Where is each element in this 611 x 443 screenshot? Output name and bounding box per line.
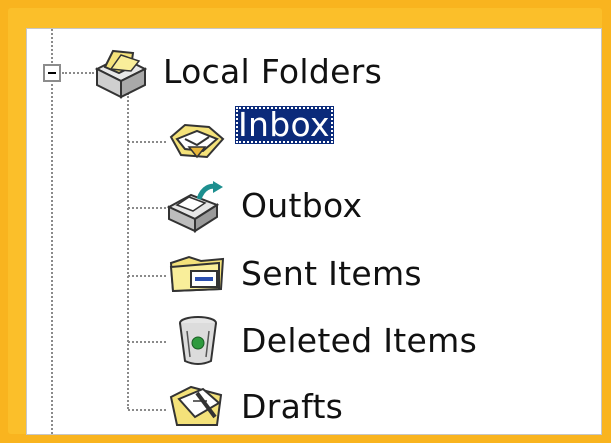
highlight-frame: Local Folders Inbox Outbox Sent Items De… bbox=[8, 8, 602, 435]
tree-line bbox=[62, 72, 94, 74]
tree-node-label: Outbox bbox=[241, 186, 363, 225]
outbox-icon bbox=[166, 181, 223, 233]
folder-tree-panel: Local Folders Inbox Outbox Sent Items De… bbox=[26, 28, 602, 435]
tree-line bbox=[128, 207, 166, 209]
deleted-items-icon bbox=[179, 316, 217, 365]
drafts-icon bbox=[169, 385, 223, 426]
tree-node-label: Drafts bbox=[241, 387, 344, 426]
tree-line bbox=[128, 341, 166, 343]
tree-node-label: Deleted Items bbox=[241, 321, 478, 360]
local-folders-icon bbox=[94, 49, 148, 99]
inbox-icon bbox=[169, 123, 225, 159]
tree-line bbox=[128, 141, 166, 143]
tree-node-label: Inbox bbox=[235, 106, 334, 144]
tree-line bbox=[128, 409, 166, 411]
tree-node-label: Local Folders bbox=[163, 52, 383, 91]
tree-line bbox=[51, 29, 53, 63]
collapse-toggle[interactable] bbox=[43, 64, 61, 82]
tree-line bbox=[51, 84, 53, 434]
tree-node-label: Sent Items bbox=[241, 254, 422, 293]
sent-items-icon bbox=[169, 255, 225, 293]
tree-line bbox=[128, 275, 166, 277]
